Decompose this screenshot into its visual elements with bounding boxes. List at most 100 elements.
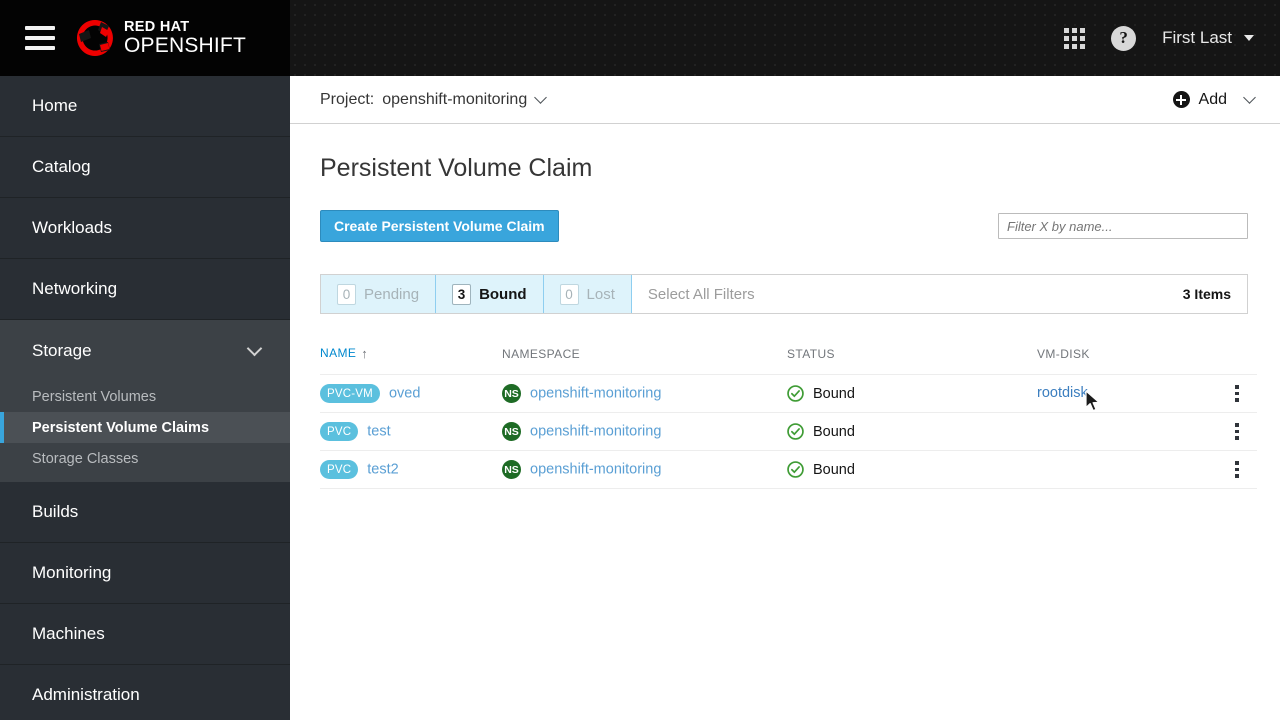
filter-chip-bound[interactable]: 3 Bound xyxy=(436,275,544,313)
sidebar-section-storage[interactable]: Storage xyxy=(0,320,290,381)
sidebar-item-home[interactable]: Home xyxy=(0,76,290,137)
help-button[interactable]: ? xyxy=(1111,25,1137,51)
items-count-label: 3 Items xyxy=(1182,286,1231,302)
pvc-name-link[interactable]: test2 xyxy=(367,462,398,478)
table-row: PVC test2 NS openshift-monitoring Bound xyxy=(320,450,1257,489)
column-header-vm-disk[interactable]: VM-DISK xyxy=(1037,346,1217,375)
select-all-filters-link[interactable]: Select All Filters xyxy=(632,286,771,303)
status-ok-icon xyxy=(787,461,804,478)
sidebar-item-persistent-volume-claims[interactable]: Persistent Volume Claims xyxy=(0,412,290,443)
hamburger-icon[interactable] xyxy=(25,26,55,50)
sidebar-item-administration[interactable]: Administration xyxy=(0,665,290,720)
filter-chip-lost[interactable]: 0 Lost xyxy=(543,275,632,313)
sidebar-item-workloads[interactable]: Workloads xyxy=(0,198,290,259)
user-menu[interactable]: First Last xyxy=(1162,28,1254,48)
vm-disk-link[interactable]: rootdisk xyxy=(1037,386,1088,402)
cell-vm-disk xyxy=(1037,412,1217,451)
status-label: Bound xyxy=(813,461,855,478)
filter-label-lost: Lost xyxy=(586,285,615,303)
column-label-status: STATUS xyxy=(787,346,835,361)
cell-vm-disk: rootdisk xyxy=(1037,374,1217,413)
sidebar-nav: Home Catalog Workloads Networking Storag… xyxy=(0,76,290,720)
kebab-menu-icon[interactable] xyxy=(1217,461,1257,478)
filter-count-pending: 0 xyxy=(337,283,356,305)
table-row: PVC test NS openshift-monitoring Bound xyxy=(320,412,1257,451)
sidebar-item-label: Catalog xyxy=(32,157,91,176)
grid-icon xyxy=(1064,27,1086,49)
sidebar-item-machines[interactable]: Machines xyxy=(0,604,290,665)
sidebar-item-label: Networking xyxy=(32,279,118,298)
masthead-brand-area: RED HAT OPENSHIFT xyxy=(0,0,290,76)
cell-status: Bound xyxy=(787,412,1037,451)
main-content: Project: openshift-monitoring Add Persis… xyxy=(290,76,1280,720)
status-label: Bound xyxy=(813,385,855,402)
sidebar-item-label: Machines xyxy=(32,624,105,643)
application-launcher-button[interactable] xyxy=(1064,27,1086,49)
cell-name: PVC test2 xyxy=(320,450,502,489)
sidebar-item-storage-classes[interactable]: Storage Classes xyxy=(0,443,290,474)
chevron-down-icon xyxy=(1244,35,1254,41)
sidebar-item-builds[interactable]: Builds xyxy=(0,482,290,543)
status-ok-icon xyxy=(787,385,804,402)
cell-namespace: NS openshift-monitoring xyxy=(502,412,787,451)
sidebar-item-networking[interactable]: Networking xyxy=(0,259,290,320)
sidebar-item-label: Monitoring xyxy=(32,563,112,582)
pvc-table: NAME ↑ NAMESPACE STATUS VM-DISK PVC-VM o… xyxy=(320,346,1257,489)
table-header: NAME ↑ NAMESPACE STATUS VM-DISK xyxy=(320,346,1257,375)
add-button[interactable]: Add xyxy=(1172,91,1256,109)
namespace-link[interactable]: openshift-monitoring xyxy=(530,462,661,478)
resource-type-badge: PVC-VM xyxy=(320,384,380,403)
cell-namespace: NS openshift-monitoring xyxy=(502,450,787,489)
masthead: RED HAT OPENSHIFT ? First Last xyxy=(0,0,1280,76)
namespace-badge: NS xyxy=(502,422,521,441)
filter-chip-pending[interactable]: 0 Pending xyxy=(321,275,437,313)
logo-redhat-text: RED HAT xyxy=(124,18,190,35)
sidebar-item-label: Builds xyxy=(32,502,79,521)
user-name-label: First Last xyxy=(1162,28,1232,47)
cell-name: PVC-VM oved xyxy=(320,374,502,413)
kebab-menu-icon[interactable] xyxy=(1217,423,1257,440)
page-toolbar: Create Persistent Volume Claim xyxy=(320,210,1248,242)
redhat-openshift-logo[interactable]: RED HAT OPENSHIFT xyxy=(75,18,246,58)
column-header-actions xyxy=(1217,346,1257,375)
cell-status: Bound xyxy=(787,450,1037,489)
logo-openshift-text: OPENSHIFT xyxy=(124,34,246,58)
masthead-actions: ? First Last xyxy=(1064,25,1280,51)
plus-circle-icon xyxy=(1172,91,1190,108)
column-label-vm-disk: VM-DISK xyxy=(1037,346,1090,361)
chevron-down-icon[interactable] xyxy=(534,90,548,104)
page-content: Persistent Volume Claim Create Persisten… xyxy=(290,124,1280,720)
cell-vm-disk xyxy=(1037,450,1217,489)
status-label: Bound xyxy=(813,423,855,440)
help-icon: ? xyxy=(1111,25,1137,51)
table-row: PVC-VM oved NS openshift-monitoring Boun… xyxy=(320,374,1257,413)
column-header-name[interactable]: NAME ↑ xyxy=(320,346,502,375)
namespace-link[interactable]: openshift-monitoring xyxy=(530,424,661,440)
page-title: Persistent Volume Claim xyxy=(320,154,593,182)
sidebar-item-persistent-volumes[interactable]: Persistent Volumes xyxy=(0,381,290,412)
chevron-down-icon xyxy=(1243,91,1256,104)
sidebar-item-label: Workloads xyxy=(32,218,112,237)
column-label-name: NAME xyxy=(320,346,357,360)
sidebar-section-label: Storage xyxy=(32,340,92,360)
column-label-namespace: NAMESPACE xyxy=(502,346,581,361)
sidebar-subitem-label: Persistent Volumes xyxy=(32,388,157,405)
sidebar-item-label: Home xyxy=(32,96,78,115)
sidebar-item-catalog[interactable]: Catalog xyxy=(0,137,290,198)
pvc-name-link[interactable]: oved xyxy=(389,386,420,402)
filter-label-pending: Pending xyxy=(364,285,420,303)
resource-type-badge: PVC xyxy=(320,422,359,441)
namespace-link[interactable]: openshift-monitoring xyxy=(530,386,661,402)
kebab-menu-icon[interactable] xyxy=(1217,385,1257,402)
pvc-name-link[interactable]: test xyxy=(367,424,390,440)
filter-input[interactable] xyxy=(998,213,1248,239)
status-ok-icon xyxy=(787,423,804,440)
namespace-badge: NS xyxy=(502,460,521,479)
sidebar-item-monitoring[interactable]: Monitoring xyxy=(0,543,290,604)
openshift-console: RED HAT OPENSHIFT ? First Last Home Cata… xyxy=(0,0,1280,720)
column-header-status[interactable]: STATUS xyxy=(787,346,1037,375)
column-header-namespace[interactable]: NAMESPACE xyxy=(502,346,787,375)
sidebar-item-label: Administration xyxy=(32,685,140,704)
create-persistent-volume-claim-button[interactable]: Create Persistent Volume Claim xyxy=(320,210,559,242)
project-selector[interactable]: openshift-monitoring xyxy=(382,91,527,109)
